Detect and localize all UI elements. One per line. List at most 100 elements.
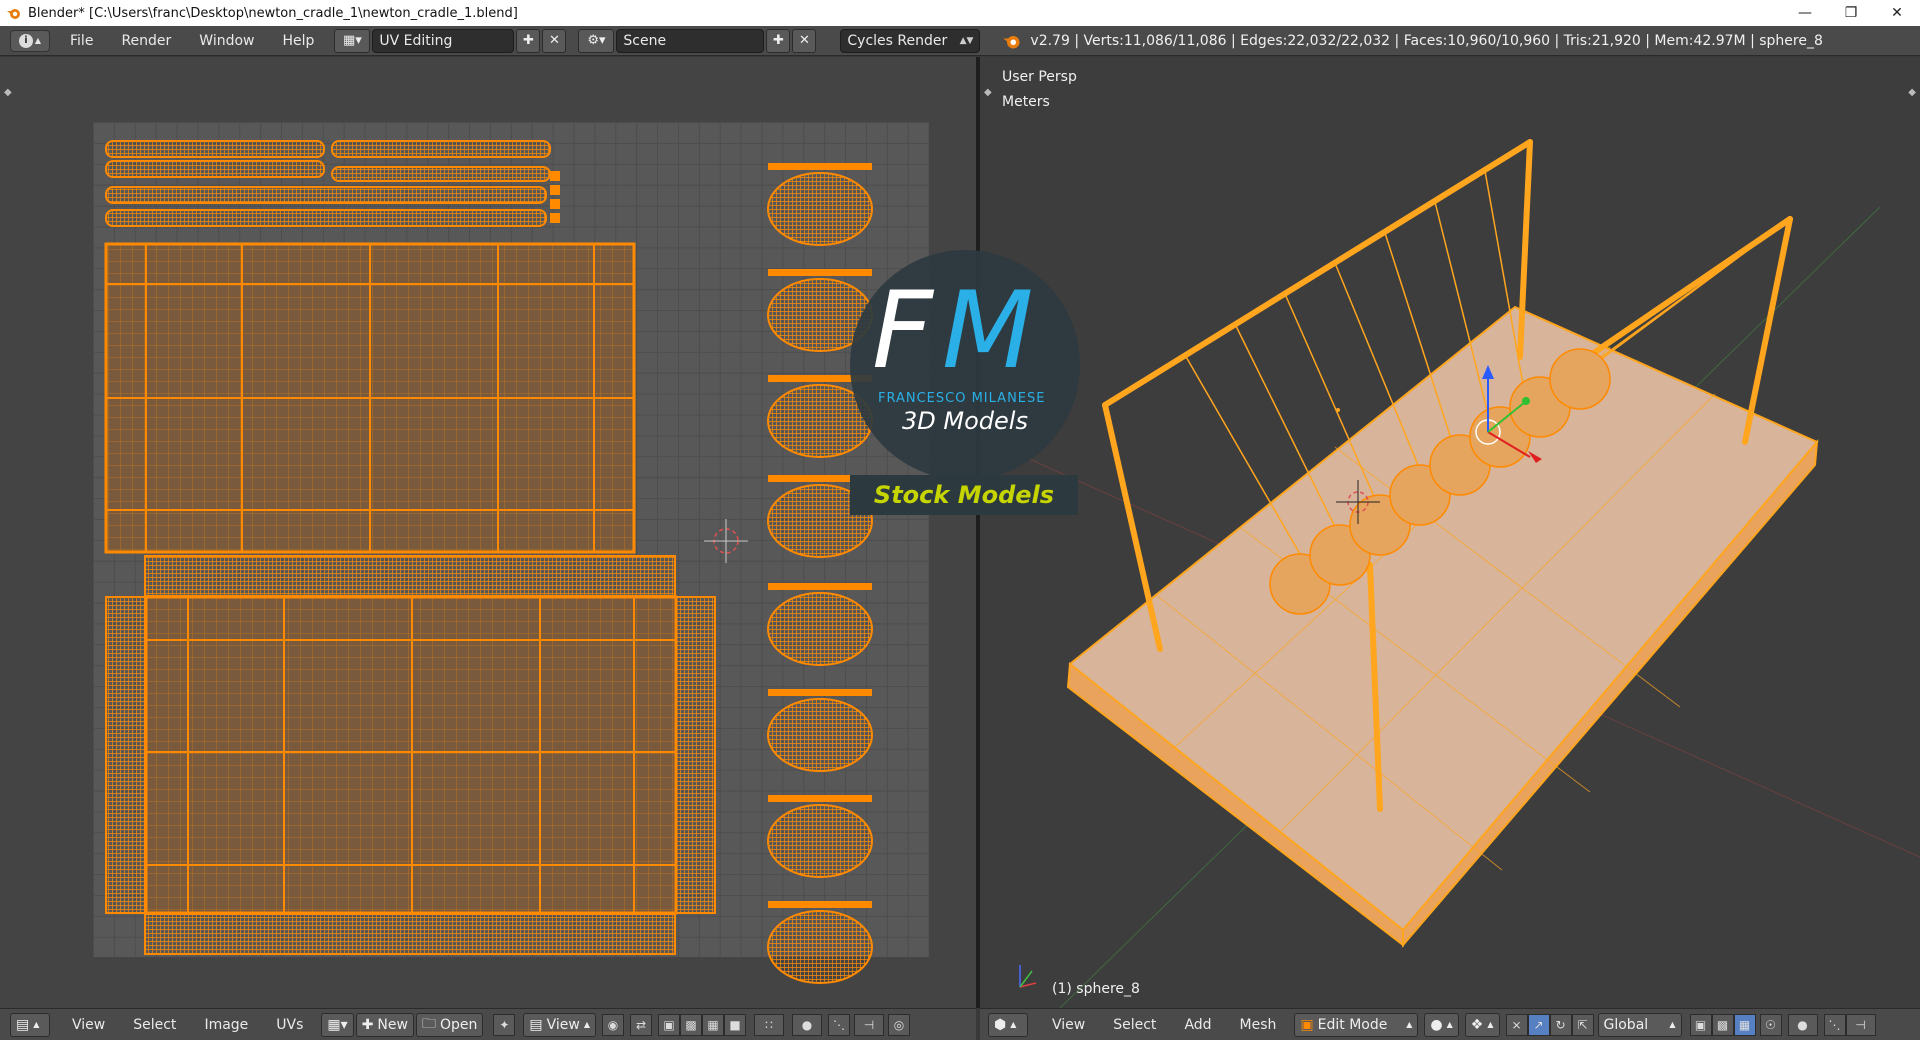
edit-mode-icon: ▣ xyxy=(1300,1016,1314,1033)
uv-islands[interactable] xyxy=(0,57,976,1008)
3d-view-icon: ⬢ xyxy=(994,1016,1007,1033)
3d-viewport[interactable]: ◆ ◆ User Persp Meters (1) sphere_8 xyxy=(980,57,1920,1008)
updown-arrow-icon: ▲ xyxy=(34,36,42,45)
uv-editor-area[interactable]: ◆ xyxy=(0,57,976,1008)
view-mode-icon: ▤ xyxy=(529,1016,543,1033)
uv-menu-view[interactable]: View xyxy=(58,1017,119,1033)
vertex-select-icon[interactable]: ▣ xyxy=(658,1013,680,1036)
translate-manipulator-icon[interactable]: ↗ xyxy=(1527,1013,1550,1036)
screen-layout-value: UV Editing xyxy=(379,32,453,49)
occlude-geometry-icon[interactable]: ☉ xyxy=(1759,1013,1782,1036)
watermark-initial-m: M xyxy=(942,269,1034,392)
snap-icon[interactable]: ⋱ xyxy=(828,1013,850,1036)
axis-gizmo-icon xyxy=(1019,965,1037,988)
vertex-select-mode-icon[interactable]: ▣ xyxy=(1689,1013,1712,1036)
remove-scene-icon[interactable]: ✕ xyxy=(792,28,817,53)
render-engine-dropdown[interactable]: Cycles Render ▲▼ xyxy=(840,28,981,53)
scene-dropdown[interactable]: Scene xyxy=(616,28,765,53)
proportional-edit-icon[interactable]: ● xyxy=(792,1013,822,1036)
screen-layout-icon[interactable]: ▦▾ xyxy=(334,28,371,53)
info-icon: i xyxy=(18,33,33,48)
image-browse-button[interactable]: ▦▾ xyxy=(321,1012,354,1037)
new-image-button[interactable]: ✚ New xyxy=(355,1012,414,1037)
watermark-banner-text: Stock Models xyxy=(873,481,1055,509)
snap-element-icon[interactable]: ⊣ xyxy=(854,1013,884,1036)
watermark-author: FRANCESCO MILANESE xyxy=(878,391,1046,406)
window-title: Blender* [C:\Users\franc\Desktop\newton_… xyxy=(28,5,518,21)
add-scene-icon[interactable]: ✚ xyxy=(766,28,791,53)
blender-logo-icon xyxy=(1003,35,1020,48)
3d-menu-select[interactable]: Select xyxy=(1099,1017,1170,1033)
snap-target-icon[interactable]: ⊣ xyxy=(1845,1013,1876,1036)
add-screen-icon[interactable]: ✚ xyxy=(516,28,541,53)
sync-selection-icon[interactable]: ⇄ xyxy=(630,1013,652,1036)
proportional-editing-icon[interactable]: ● xyxy=(1787,1013,1818,1036)
menu-file[interactable]: File xyxy=(56,33,107,49)
solid-shading-icon: ● xyxy=(1430,1016,1443,1033)
info-header: i ▲ File Render Window Help ▦▾ UV Editin… xyxy=(0,26,1920,56)
scene-statistics: v2.79 | Verts:11,086/11,086 | Edges:22,0… xyxy=(1030,32,1823,49)
active-object-label: (1) sphere_8 xyxy=(1052,981,1140,997)
editor-type-uv-button[interactable]: ▤ ▲ xyxy=(10,1012,50,1037)
uv-menu-uvs[interactable]: UVs xyxy=(262,1017,317,1033)
restore-icon[interactable]: ❐ xyxy=(1828,0,1874,26)
uv-island-bottom-panel[interactable] xyxy=(105,555,716,955)
edge-select-icon[interactable]: ▩ xyxy=(680,1013,702,1036)
base-top-face xyxy=(1068,305,1819,932)
pivot-dropdown[interactable]: ❖ ▲ xyxy=(1464,1012,1500,1037)
pivot-icon[interactable]: ◉ xyxy=(602,1013,624,1036)
pivot-point-icon: ❖ xyxy=(1470,1016,1484,1033)
watermark-subtitle: 3D Models xyxy=(902,407,1028,435)
menu-window[interactable]: Window xyxy=(185,33,268,49)
rotate-manipulator-icon[interactable]: ↻ xyxy=(1549,1013,1572,1036)
pin-icon[interactable]: ✦ xyxy=(493,1013,516,1036)
scene-icon[interactable]: ⚙▾ xyxy=(578,28,615,53)
blender-logo-icon xyxy=(7,9,20,19)
editor-type-3d-button[interactable]: ⬢ ▲ xyxy=(988,1012,1028,1037)
edge-select-mode-icon[interactable]: ▩ xyxy=(1711,1013,1734,1036)
manipulator-toggle-icon[interactable]: ⨯ xyxy=(1505,1013,1528,1036)
menu-help[interactable]: Help xyxy=(268,33,328,49)
shading-dropdown[interactable]: ● ▲ xyxy=(1424,1012,1459,1037)
newton-cradle-model[interactable] xyxy=(980,57,1920,1008)
view-mode-dropdown[interactable]: ▤ View ▲ xyxy=(523,1012,596,1037)
scale-manipulator-icon[interactable]: ⇱ xyxy=(1571,1013,1594,1036)
screen-layout-dropdown[interactable]: UV Editing xyxy=(372,28,515,53)
image-icon: ▦▾ xyxy=(327,1016,348,1033)
plus-icon: ✚ xyxy=(361,1016,374,1033)
open-image-label: Open xyxy=(439,1016,478,1033)
uv-menu-select[interactable]: Select xyxy=(119,1017,190,1033)
folder-icon: 🗀 xyxy=(421,1015,436,1032)
face-select-mode-icon[interactable]: ▦ xyxy=(1733,1013,1756,1036)
close-icon[interactable]: ✕ xyxy=(1874,0,1920,26)
orientation-value: Global xyxy=(1603,1016,1649,1033)
mask-icon[interactable]: ◎ xyxy=(888,1013,910,1036)
mode-value: Edit Mode xyxy=(1317,1016,1388,1033)
origin-dot xyxy=(1336,408,1340,412)
uv-island-top-panel[interactable] xyxy=(104,242,636,554)
face-select-icon[interactable]: ▦ xyxy=(702,1013,724,1036)
snap-toggle-icon[interactable]: ⋱ xyxy=(1823,1013,1846,1036)
3d-menu-mesh[interactable]: Mesh xyxy=(1226,1017,1291,1033)
menu-render[interactable]: Render xyxy=(107,33,185,49)
uv-menu-image[interactable]: Image xyxy=(190,1017,262,1033)
remove-screen-icon[interactable]: ✕ xyxy=(542,28,567,53)
3d-menu-view[interactable]: View xyxy=(1038,1017,1099,1033)
3d-menu-add[interactable]: Add xyxy=(1170,1017,1225,1033)
orientation-dropdown[interactable]: Global ▲ xyxy=(1597,1012,1682,1037)
island-select-icon[interactable]: ■ xyxy=(724,1013,746,1036)
uv-island-strips[interactable] xyxy=(105,140,560,227)
watermark-banner: Stock Models xyxy=(850,475,1078,515)
scene-value: Scene xyxy=(623,32,667,49)
watermark-initial-f: F xyxy=(872,269,933,392)
mode-dropdown[interactable]: ▣ Edit Mode ▲ xyxy=(1294,1012,1419,1037)
uv-editor-header: ▤ ▲ View Select Image UVs ▦▾ ✚ New 🗀 Open… xyxy=(0,1008,976,1040)
window-title-bar: Blender* [C:\Users\franc\Desktop\newton_… xyxy=(0,0,1920,26)
minimize-icon[interactable]: — xyxy=(1782,0,1828,26)
uv-2d-cursor-icon[interactable] xyxy=(704,519,748,563)
open-image-button[interactable]: 🗀 Open xyxy=(415,1012,484,1037)
sticky-mode-icon[interactable]: ∷ xyxy=(754,1013,784,1036)
editor-type-info-button[interactable]: i ▲ xyxy=(10,29,50,52)
render-engine-value: Cycles Render xyxy=(847,32,948,49)
updown-arrow-icon: ▲▼ xyxy=(959,35,974,46)
